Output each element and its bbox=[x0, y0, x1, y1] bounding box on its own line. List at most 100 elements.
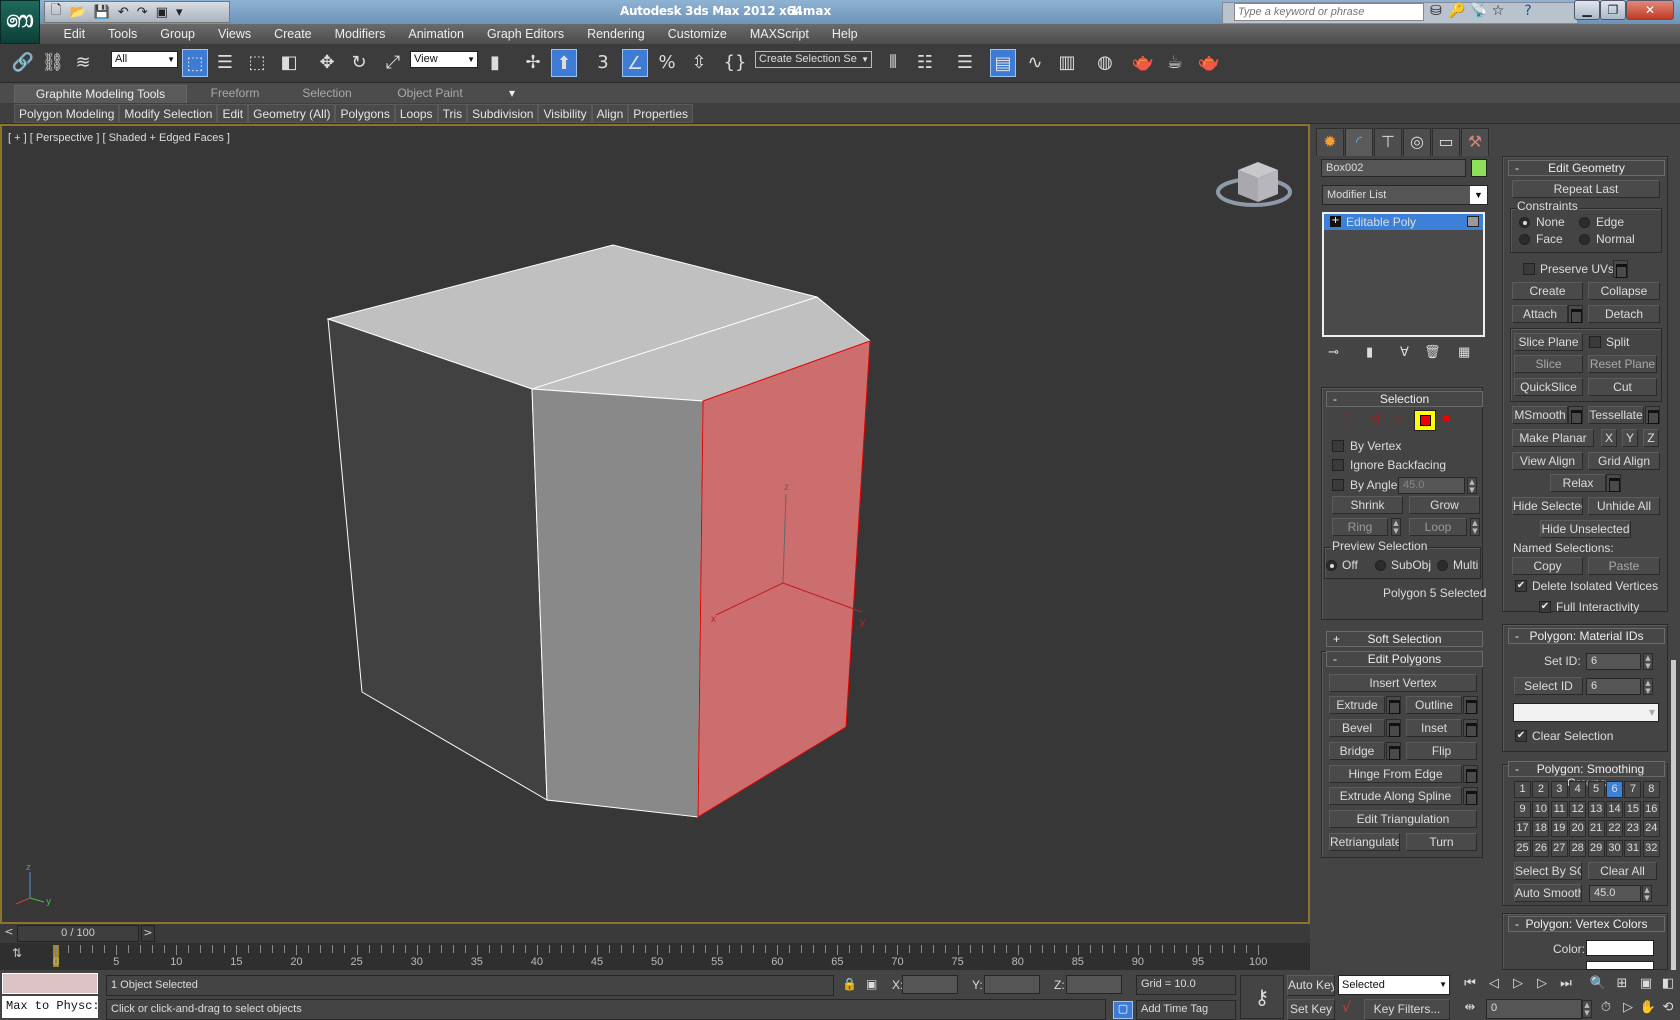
manipulate-icon[interactable]: ✢ bbox=[520, 49, 546, 77]
smoothing-group-28-button[interactable]: 28 bbox=[1569, 839, 1587, 857]
smoothing-group-7-button[interactable]: 7 bbox=[1624, 781, 1642, 798]
border-mode-icon[interactable]: ◌ bbox=[1395, 411, 1402, 425]
save-icon[interactable]: 💾 bbox=[94, 5, 110, 20]
vertex-color-swatch[interactable] bbox=[1586, 940, 1654, 956]
chevron-down-icon[interactable]: ▼ bbox=[1470, 186, 1487, 204]
element-mode-icon[interactable]: ■ bbox=[1442, 410, 1450, 425]
key-tangent-icon[interactable]: √ bbox=[1342, 1000, 1351, 1016]
layer-manager-icon[interactable]: ☰ bbox=[952, 49, 978, 77]
rotate-icon[interactable]: ↻ bbox=[346, 49, 372, 77]
smoothing-group-12-button[interactable]: 12 bbox=[1569, 800, 1587, 818]
select-object-icon[interactable]: ⬚ bbox=[182, 49, 208, 77]
constraint-face-radio[interactable] bbox=[1519, 234, 1530, 245]
smoothing-group-26-button[interactable]: 26 bbox=[1532, 839, 1550, 857]
smoothing-group-4-button[interactable]: 4 bbox=[1569, 781, 1587, 798]
minimize-button[interactable]: ▁ bbox=[1574, 0, 1600, 20]
smoothing-group-20-button[interactable]: 20 bbox=[1569, 820, 1587, 837]
smoothing-group-25-button[interactable]: 25 bbox=[1514, 839, 1531, 857]
render-production-icon[interactable]: 🫖 bbox=[1196, 49, 1222, 77]
smoothing-group-1-button[interactable]: 1 bbox=[1514, 781, 1531, 798]
graphite-toggle-icon[interactable]: ▤ bbox=[990, 49, 1016, 77]
absolute-mode-icon[interactable]: ▣ bbox=[866, 977, 877, 991]
menu-help[interactable]: Help bbox=[820, 27, 869, 41]
star-icon[interactable]: ☆ bbox=[1490, 3, 1506, 21]
isolate-selection-icon[interactable]: ▢ bbox=[1113, 1001, 1133, 1019]
selection-filter-dropdown[interactable]: All bbox=[111, 51, 178, 68]
constraint-none-radio[interactable] bbox=[1519, 217, 1530, 228]
smoothing-group-30-button[interactable]: 30 bbox=[1606, 839, 1623, 857]
project-folder-icon[interactable]: ▣ bbox=[156, 5, 168, 20]
edge-mode-icon[interactable]: ◁ bbox=[1370, 411, 1379, 425]
bind-space-warp-icon[interactable]: ≋ bbox=[70, 49, 96, 77]
tab-selection[interactable]: Selection bbox=[282, 85, 372, 103]
schematic-view-icon[interactable]: ▥ bbox=[1054, 49, 1080, 77]
panel-align[interactable]: Align bbox=[591, 103, 629, 123]
viewcube-icon[interactable] bbox=[1216, 162, 1292, 207]
smoothing-group-2-button[interactable]: 2 bbox=[1532, 781, 1550, 798]
track-bar[interactable]: ⇅ 0 5 10 15 20 25 30 35 40 45 50 55 60 65 70 75 80 85 90 95… bbox=[0, 943, 1310, 970]
smoothing-group-29-button[interactable]: 29 bbox=[1587, 839, 1605, 857]
next-key-icon[interactable]: ▷ bbox=[1532, 976, 1552, 991]
preview-off-radio[interactable] bbox=[1326, 560, 1337, 571]
panel-tris[interactable]: Tris bbox=[437, 103, 468, 123]
edit-named-selection-icon[interactable]: {} bbox=[722, 49, 748, 77]
command-panel-scrollbar[interactable] bbox=[1671, 660, 1676, 970]
make-unique-icon[interactable]: ∀ bbox=[1400, 344, 1409, 360]
search-input[interactable] bbox=[1234, 3, 1424, 21]
smoothing-group-16-button[interactable]: 16 bbox=[1642, 800, 1660, 818]
reference-coordinate-dropdown[interactable]: View bbox=[410, 51, 478, 68]
help-icon[interactable]: ? bbox=[1520, 3, 1536, 21]
set-key-button[interactable]: Set Key bbox=[1287, 999, 1335, 1020]
spinner-snap-icon[interactable]: ⇳ bbox=[686, 49, 712, 77]
constraint-edge-radio[interactable] bbox=[1579, 217, 1590, 228]
menu-create[interactable]: Create bbox=[263, 27, 324, 41]
previous-key-icon[interactable]: ◁ bbox=[1484, 976, 1504, 991]
satellite-icon[interactable]: 📡 bbox=[1470, 3, 1487, 21]
panel-properties[interactable]: Properties bbox=[628, 103, 693, 123]
selection-lock-icon[interactable]: 🔒 bbox=[842, 977, 857, 991]
orbit-icon[interactable]: ⟲ bbox=[1658, 1000, 1678, 1015]
chevron-down-icon[interactable]: ▾ bbox=[176, 5, 183, 20]
next-frame-button[interactable]: > bbox=[141, 925, 155, 942]
panel-loops[interactable]: Loops bbox=[394, 103, 438, 123]
maxscript-mini-listener[interactable]: Max to Physc: bbox=[2, 996, 98, 1018]
key-icon[interactable]: 🔑 bbox=[1448, 3, 1465, 21]
move-icon[interactable]: ✥ bbox=[314, 49, 340, 77]
show-end-result-icon[interactable]: ▮ bbox=[1366, 344, 1373, 360]
link-icon[interactable]: 🔗 bbox=[10, 49, 36, 77]
tab-freeform[interactable]: Freeform bbox=[190, 85, 280, 103]
x-coordinate-input[interactable] bbox=[902, 975, 958, 994]
preview-multi-radio[interactable] bbox=[1437, 560, 1448, 571]
z-coordinate-input[interactable] bbox=[1066, 975, 1122, 994]
smoothing-group-18-button[interactable]: 18 bbox=[1532, 820, 1550, 837]
maxscript-listener-output[interactable] bbox=[2, 973, 98, 994]
rectangular-selection-icon[interactable]: ⬚ bbox=[244, 49, 270, 77]
smoothing-group-9-button[interactable]: 9 bbox=[1514, 800, 1531, 818]
ribbon-options-icon[interactable]: ▾ bbox=[500, 85, 524, 103]
keyboard-shortcut-override-icon[interactable]: ⬆ bbox=[551, 49, 577, 77]
stack-item-editable-poly[interactable]: + Editable Poly bbox=[1324, 214, 1483, 230]
close-button[interactable]: ✕ bbox=[1626, 0, 1674, 20]
utilities-tab-icon[interactable]: ⚒ bbox=[1461, 128, 1489, 156]
zoom-extents-all-icon[interactable]: ◧ bbox=[1658, 976, 1678, 991]
window-crossing-icon[interactable]: ◧ bbox=[276, 49, 302, 77]
menu-views[interactable]: Views bbox=[206, 27, 262, 41]
hierarchy-tab-icon[interactable]: ⊤ bbox=[1374, 128, 1402, 156]
go-to-end-icon[interactable]: ⏭ bbox=[1556, 976, 1576, 991]
pivot-center-icon[interactable]: ▮ bbox=[482, 49, 508, 77]
smoothing-group-17-button[interactable]: 17 bbox=[1514, 820, 1531, 837]
smoothing-group-31-button[interactable]: 31 bbox=[1624, 839, 1642, 857]
material-name-dropdown[interactable]: ▼ bbox=[1513, 703, 1659, 722]
polygon-mode-icon[interactable] bbox=[1414, 410, 1436, 431]
previous-frame-button[interactable]: < bbox=[2, 925, 16, 942]
light-bulb-toggle-icon[interactable] bbox=[1467, 216, 1479, 227]
menu-graph-editors[interactable]: Graph Editors bbox=[475, 27, 575, 41]
set-keys-key-icon[interactable]: ⚷ bbox=[1240, 975, 1284, 1019]
object-color-swatch[interactable] bbox=[1471, 159, 1487, 177]
play-icon[interactable]: ▷ bbox=[1508, 976, 1528, 991]
rendered-frame-window-icon[interactable]: ☕ bbox=[1162, 49, 1188, 77]
zoom-extents-icon[interactable]: ▣ bbox=[1636, 976, 1656, 991]
redo-icon[interactable]: ↷ bbox=[137, 5, 148, 20]
smoothing-group-22-button[interactable]: 22 bbox=[1606, 820, 1623, 837]
key-mode-dropdown[interactable]: Selected bbox=[1338, 975, 1450, 995]
